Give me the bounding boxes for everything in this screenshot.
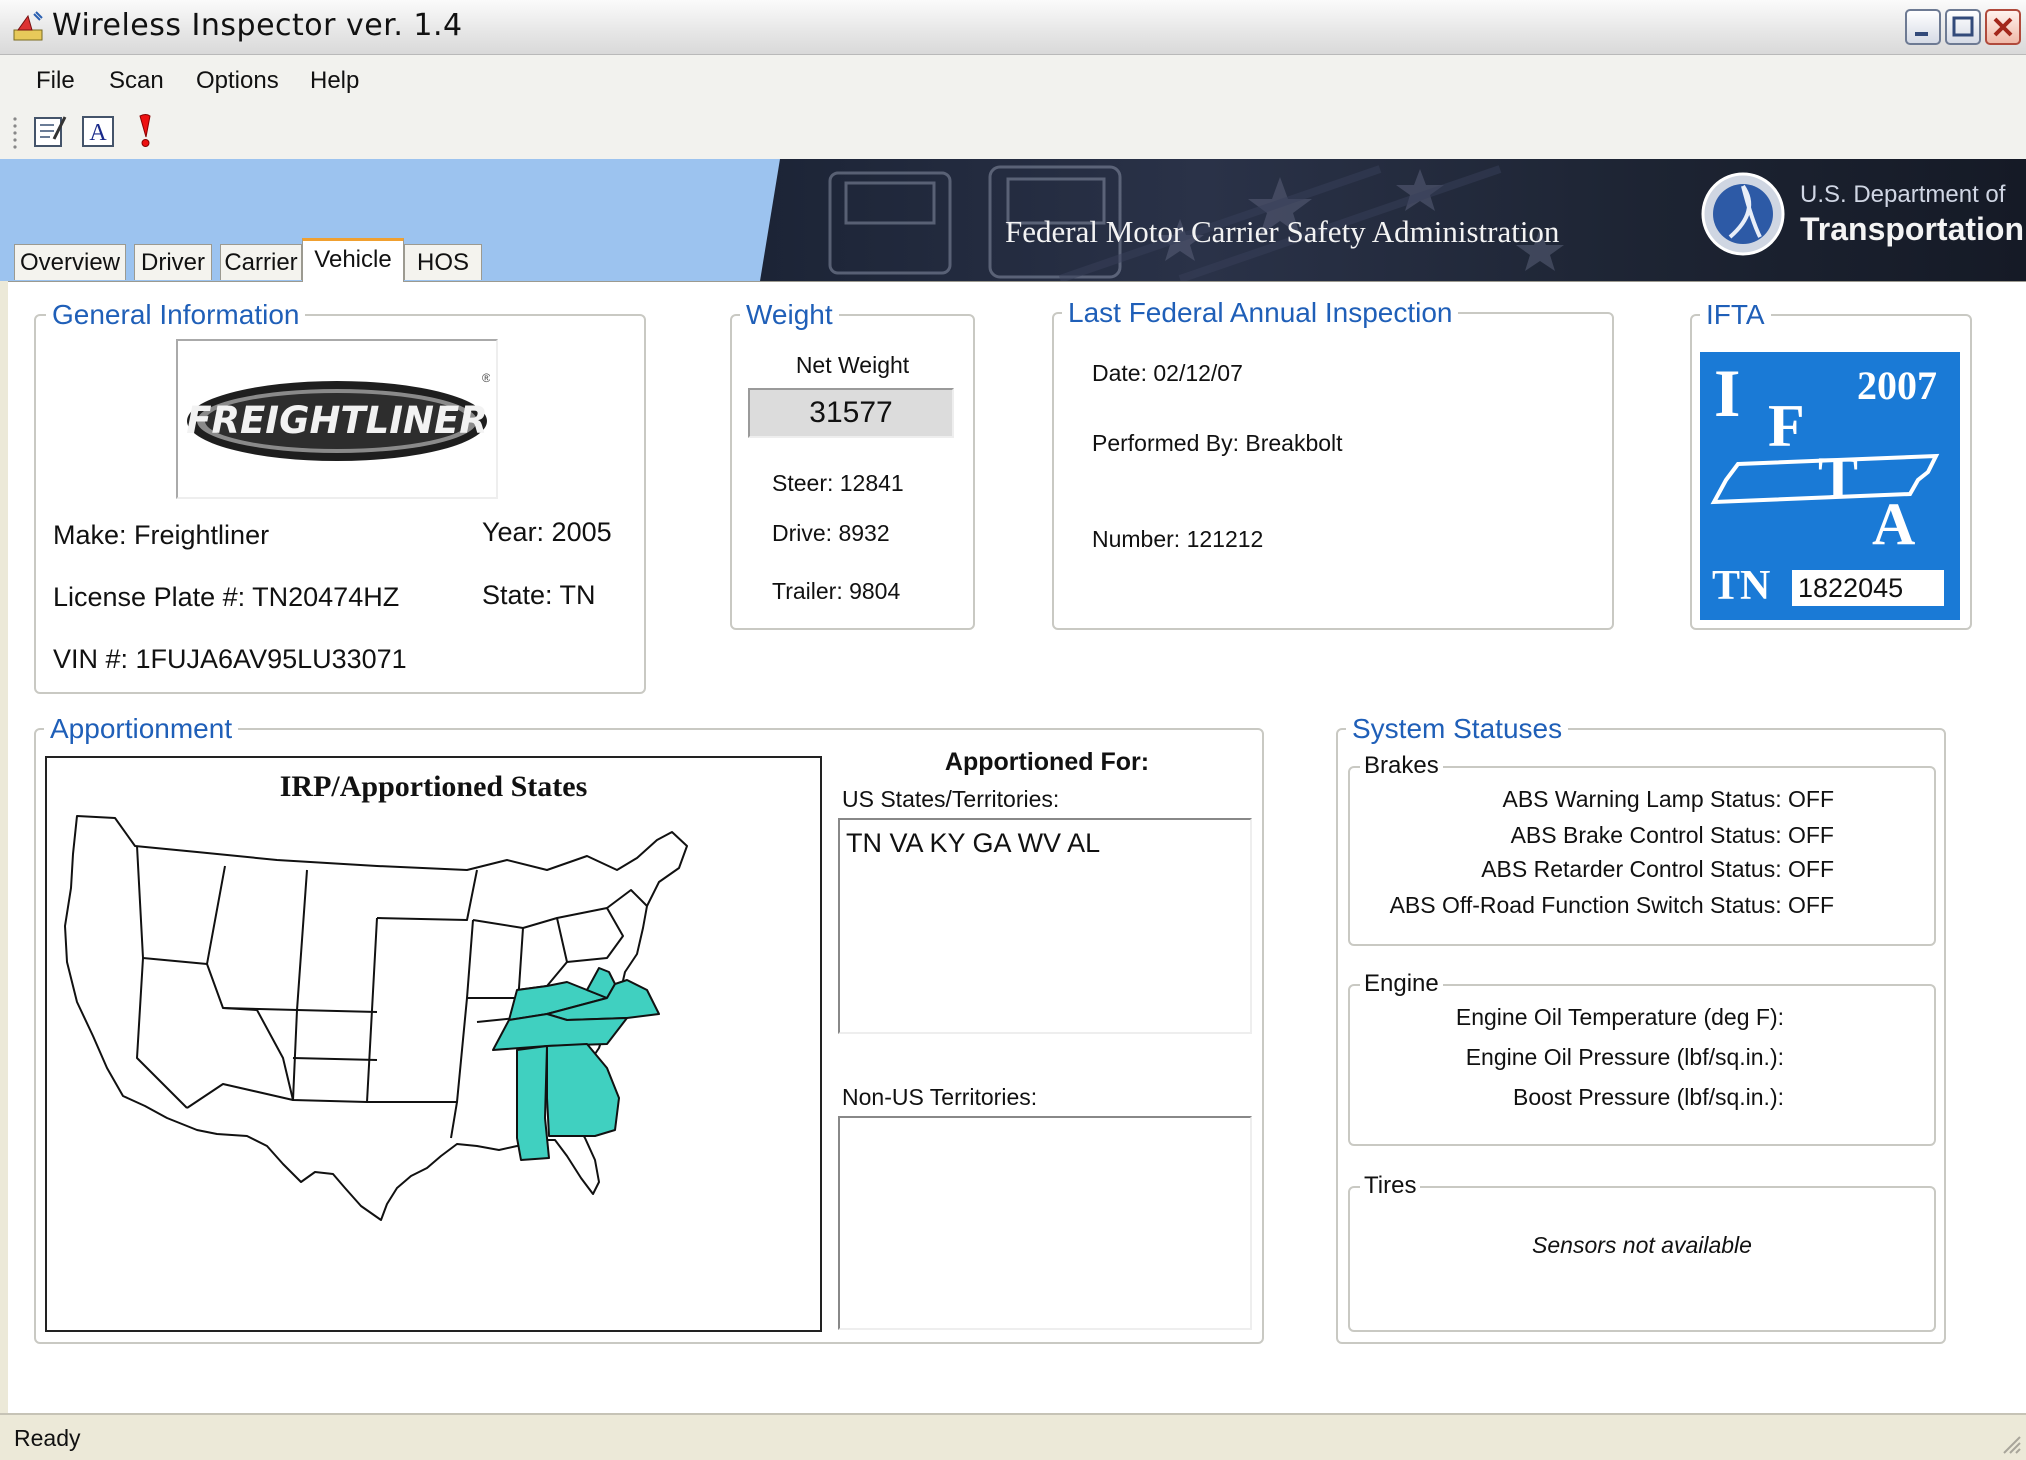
toolbar: A — [0, 105, 2026, 160]
engine-legend: Engine — [1360, 970, 1443, 998]
ifta-decal: I F T A 2007 TN 1822045 — [1700, 352, 1960, 620]
boost-pressure: Boost Pressure (lbf/sq.in.): — [1513, 1084, 1784, 1110]
drive-weight: Drive: 8932 — [772, 520, 890, 546]
tab-hos[interactable]: HOS — [404, 244, 482, 280]
dept-line1: U.S. Department of — [1800, 181, 2006, 208]
us-states-label: US States/Territories: — [842, 786, 1060, 812]
close-button[interactable] — [1985, 9, 2021, 45]
freightliner-logo: FREIGHTLINER ® — [186, 371, 490, 461]
font-button[interactable]: A — [80, 113, 116, 149]
banner-image: Federal Motor Carrier Safety Administrat… — [760, 159, 2026, 281]
ifta-state: TN — [1712, 563, 1771, 609]
close-icon — [1993, 17, 2013, 37]
inspection-number: Number: 121212 — [1092, 526, 1264, 552]
window-title: Wireless Inspector ver. 1.4 — [52, 8, 463, 43]
apportionment-legend: Apportionment — [44, 713, 239, 745]
abs-offroad-switch-status: ABS Off-Road Function Switch Status: OFF — [1389, 892, 1834, 918]
trailer-weight: Trailer: 9804 — [772, 578, 901, 604]
make-logo-frame: FREIGHTLINER ® — [176, 339, 498, 499]
ifta-legend: IFTA — [1700, 299, 1771, 331]
abs-warning-lamp-status: ABS Warning Lamp Status: OFF — [1502, 786, 1835, 812]
svg-text:®: ® — [482, 371, 490, 385]
general-info-legend: General Information — [46, 299, 306, 331]
year-label: Year: 2005 — [482, 517, 612, 547]
abs-brake-control-status: ABS Brake Control Status: OFF — [1510, 822, 1834, 848]
ifta-letter-i: I — [1714, 355, 1741, 431]
menu-file[interactable]: File — [36, 67, 75, 95]
dot-seal-icon — [1701, 172, 1785, 256]
engine-oil-temp: Engine Oil Temperature (deg F): — [1455, 1004, 1784, 1030]
net-weight-label: Net Weight — [795, 352, 910, 378]
maximize-icon — [1952, 16, 1974, 37]
menu-options[interactable]: Options — [196, 67, 279, 95]
tab-vehicle[interactable]: Vehicle — [302, 238, 404, 282]
ifta-year: 2007 — [1857, 363, 1937, 408]
dept-line2: Transportation — [1800, 211, 2025, 247]
irp-map: IRP/Apportioned States — [45, 756, 822, 1332]
font-icon: A — [82, 116, 114, 147]
ifta-letter-f: F — [1768, 393, 1805, 459]
logo-text: FREIGHTLINER — [186, 399, 487, 442]
inspection-date: Date: 02/12/07 — [1092, 360, 1243, 386]
minimize-button[interactable] — [1905, 9, 1941, 45]
plate-label: License Plate #: TN20474HZ — [53, 582, 400, 612]
brakes-legend: Brakes — [1360, 752, 1443, 780]
us-map-graphic — [64, 815, 688, 1221]
resize-grip-icon[interactable] — [1998, 1431, 2022, 1455]
engine-oil-pressure: Engine Oil Pressure (lbf/sq.in.): — [1465, 1044, 1784, 1070]
abs-retarder-control-status: ABS Retarder Control Status: OFF — [1481, 856, 1834, 882]
tab-overview[interactable]: Overview — [14, 244, 126, 280]
apportioned-for-label: Apportioned For: — [944, 748, 1150, 776]
apportioned-states-highlight — [492, 967, 660, 1161]
system-status-legend: System Statuses — [1346, 713, 1569, 745]
menu-scan[interactable]: Scan — [109, 67, 164, 95]
state-label: State: TN — [482, 580, 596, 610]
agency-name: Federal Motor Carrier Safety Administrat… — [1005, 214, 1560, 249]
title-bar: Wireless Inspector ver. 1.4 — [0, 0, 2026, 55]
ifta-number: 1822045 — [1792, 570, 1944, 606]
inspection-performed-by: Performed By: Breakbolt — [1092, 430, 1343, 456]
ifta-letter-t: T — [1818, 445, 1859, 511]
tires-group — [1348, 1186, 1936, 1332]
maximize-button[interactable] — [1945, 9, 1981, 45]
minimize-icon — [1915, 32, 1928, 36]
non-us-label: Non-US Territories: — [842, 1084, 1038, 1110]
tires-status-message: Sensors not available — [1532, 1232, 1752, 1258]
tab-carrier[interactable]: Carrier — [220, 244, 302, 280]
steer-weight: Steer: 12841 — [772, 470, 904, 496]
alert-button[interactable] — [128, 113, 164, 149]
vin-label: VIN #: 1FUJA6AV95LU33071 — [53, 644, 407, 674]
ifta-letter-a: A — [1872, 491, 1916, 557]
tab-driver[interactable]: Driver — [134, 244, 212, 280]
weight-legend: Weight — [740, 299, 839, 331]
net-weight-value: 31577 — [748, 388, 954, 438]
alert-icon — [139, 114, 151, 147]
non-us-textbox[interactable] — [838, 1116, 1252, 1330]
toolbar-grip — [13, 117, 17, 149]
edit-icon — [34, 116, 67, 147]
status-bar: Ready — [0, 1413, 2026, 1460]
edit-button[interactable] — [32, 113, 68, 149]
status-text: Ready — [14, 1425, 81, 1451]
inspection-legend: Last Federal Annual Inspection — [1062, 297, 1459, 329]
tires-legend: Tires — [1360, 1172, 1421, 1200]
menu-bar: File Scan Options Help — [0, 55, 2026, 105]
make-label: Make: Freightliner — [53, 520, 270, 550]
svg-text:A: A — [89, 120, 107, 146]
menu-help[interactable]: Help — [310, 67, 359, 95]
app-icon — [13, 11, 43, 41]
us-states-textbox[interactable]: TN VA KY GA WV AL — [838, 818, 1252, 1034]
